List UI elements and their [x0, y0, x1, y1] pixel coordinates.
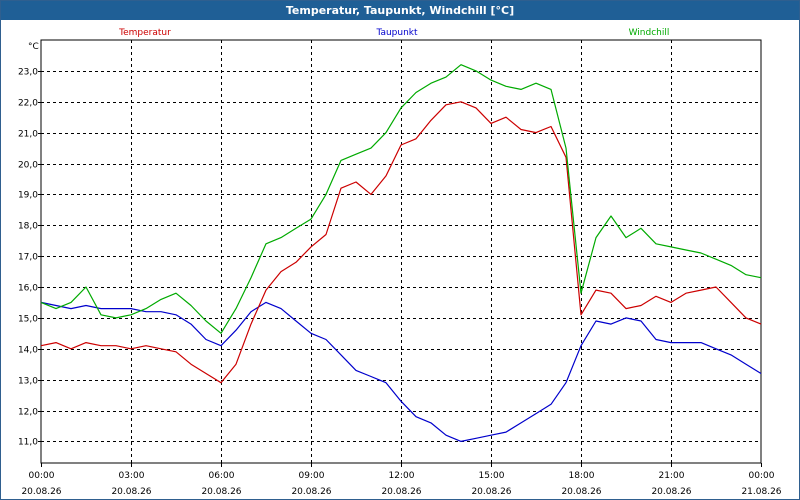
y-tick-label: 13,0 — [18, 377, 38, 387]
y-tick-label: 15,0 — [18, 315, 38, 325]
x-tick-date: 20.08.26 — [21, 487, 61, 497]
legend-label-windchill: Windchill — [629, 28, 670, 38]
y-tick-label: 20,0 — [18, 161, 38, 171]
x-tick-date: 21.08.26 — [741, 487, 781, 497]
y-tick-label: 21,0 — [18, 130, 38, 140]
x-tick-time: 18:00 — [569, 471, 595, 481]
y-axis-label: °C — [28, 42, 39, 52]
legend-label-taupunkt: Taupunkt — [375, 28, 418, 38]
line-chart: 11,0 12,0 13,0 14,0 15,0 16,0 17,0 18,0 19,0 20,0… — [18, 28, 782, 497]
x-tick-time: 15:00 — [479, 471, 505, 481]
x-tick-time: 21:00 — [659, 471, 685, 481]
y-tick-label: 11,0 — [18, 438, 38, 448]
y-tick-label: 22,0 — [18, 99, 38, 109]
x-tick-time: 12:00 — [389, 471, 415, 481]
x-tick-date: 20.08.26 — [651, 487, 691, 497]
x-tick-time: 00:00 — [29, 471, 55, 481]
y-tick-label: 14,0 — [18, 346, 38, 356]
x-tick-time: 03:00 — [119, 471, 145, 481]
y-tick-label: 17,0 — [18, 253, 38, 263]
x-tick-date: 20.08.26 — [201, 487, 241, 497]
legend-label-temperatur: Temperatur — [118, 28, 171, 38]
x-tick-date: 20.08.26 — [291, 487, 331, 497]
y-tick-label: 16,0 — [18, 284, 38, 294]
y-tick-label: 12,0 — [18, 408, 38, 418]
x-tick-time: 06:00 — [209, 471, 235, 481]
y-tick-label: 18,0 — [18, 222, 38, 232]
y-tick-label: 23,0 — [18, 68, 38, 78]
x-tick-date: 20.08.26 — [471, 487, 511, 497]
x-tick-date: 20.08.26 — [111, 487, 151, 497]
chart-window: Temperatur, Taupunkt, Windchill [°C] 11,… — [0, 0, 800, 500]
x-tick-time: 00:00 — [749, 471, 775, 481]
x-tick-date: 20.08.26 — [561, 487, 601, 497]
x-tick-date: 20.08.26 — [381, 487, 421, 497]
y-tick-label: 19,0 — [18, 191, 38, 201]
x-tick-time: 09:00 — [299, 471, 325, 481]
